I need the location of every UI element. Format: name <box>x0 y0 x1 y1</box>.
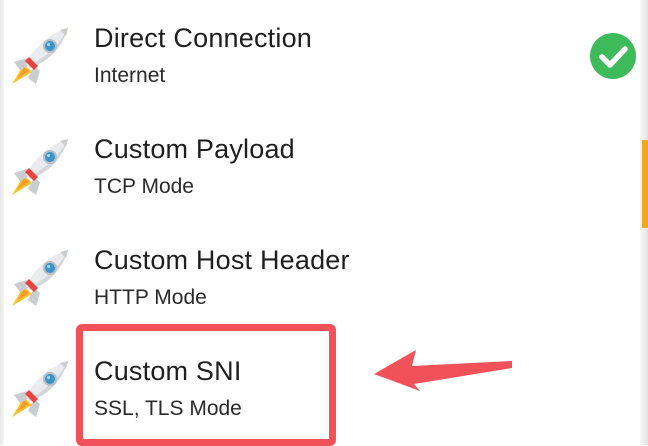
check-circle-icon <box>590 33 636 79</box>
option-subtitle: SSL, TLS Mode <box>94 397 242 420</box>
option-title: Custom Payload <box>94 134 295 164</box>
backdrop-accent-strip <box>642 140 648 228</box>
rocket-icon <box>12 361 68 417</box>
option-subtitle: TCP Mode <box>94 175 194 198</box>
rocket-icon <box>12 28 68 84</box>
option-title: Custom Host Header <box>94 245 350 275</box>
option-custom-payload[interactable]: Custom Payload TCP Mode <box>4 111 640 222</box>
rocket-icon <box>12 250 68 306</box>
connection-mode-list: Direct Connection Internet Custom Payloa… <box>4 0 640 445</box>
option-custom-sni[interactable]: Custom SNI SSL, TLS Mode <box>4 333 640 444</box>
option-direct-connection[interactable]: Direct Connection Internet <box>4 0 640 111</box>
option-title: Custom SNI <box>94 356 242 386</box>
option-custom-host-header[interactable]: Custom Host Header HTTP Mode <box>4 222 640 333</box>
option-subtitle: HTTP Mode <box>94 286 207 309</box>
option-title: Direct Connection <box>94 23 313 53</box>
option-subtitle: Internet <box>94 64 166 87</box>
rocket-icon <box>12 139 68 195</box>
